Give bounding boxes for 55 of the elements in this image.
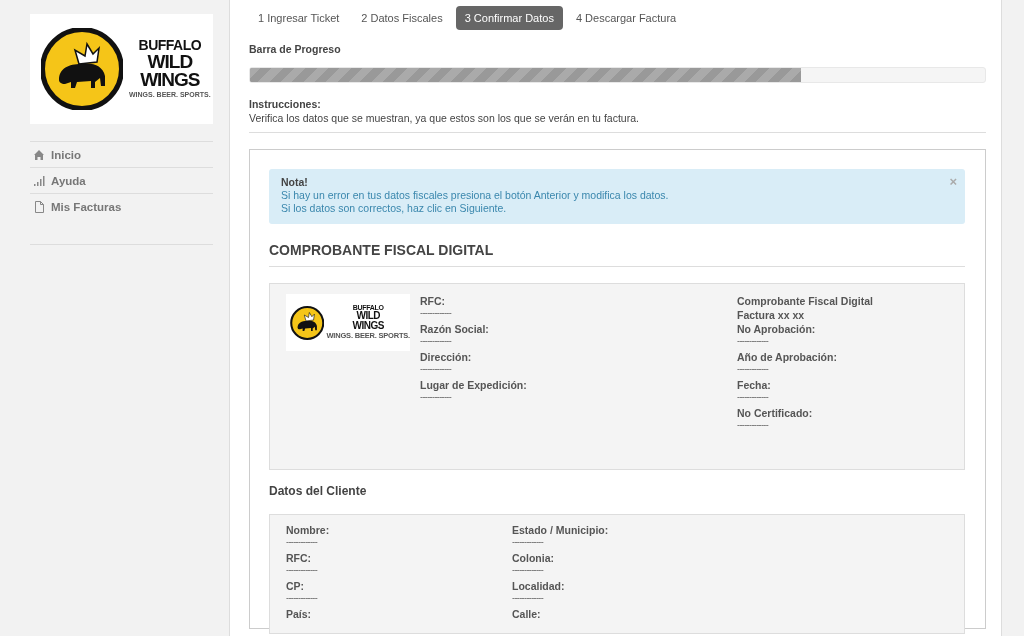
field-value: ------------- [512,565,545,575]
step-tab[interactable]: 4 Descargar Factura [566,6,686,30]
field-label: CP: [286,579,306,593]
step-tab[interactable]: 3 Confirmar Datos [455,6,563,30]
section-heading: COMPROBANTE FISCAL DIGITAL [269,242,495,258]
field-value: ------------- [737,364,770,374]
home-icon [33,148,45,161]
instructions-text: Verifica los datos que se muestran, ya que estos son los que se verán en tu factura. [249,112,640,124]
document-line: Factura xx xx [737,308,806,322]
document-icon [33,200,45,213]
logo-text: WILD [356,311,380,321]
progress-label: Barra de Progreso [249,43,342,55]
document-line: Comprobante Fiscal Digital [737,294,873,308]
alert-text: Si hay un error en tus datos fiscales presiona el botón Anterior y modifica los datos. [281,189,670,202]
field-label: No Aprobación: [737,322,817,336]
logo-text: BUFFALO [138,39,202,53]
nav-link[interactable]: Ayuda [30,168,213,194]
field-value: ------------- [286,537,319,547]
field-label: Estado / Municipio: [512,523,610,537]
nav-link[interactable]: Mis Facturas [30,194,213,219]
field-value: ------------- [286,565,319,575]
section-heading: Datos del Cliente [269,484,368,498]
field-value: ------------- [420,364,453,374]
field-value: ------------- [512,593,545,603]
field-label: Razón Social: [420,322,490,336]
field-label: Dirección: [420,350,473,364]
field-label: Lugar de Expedición: [420,378,528,392]
field-value: ------------- [420,336,453,346]
field-label: Colonia: [512,551,555,565]
field-label: Calle: [512,607,542,621]
field-label: País: [286,607,313,621]
instructions-title: Instrucciones: [249,98,322,110]
field-label: Fecha: [737,378,772,392]
step-tab[interactable]: 2 Datos Fiscales [352,6,452,30]
field-value: ------------- [420,308,453,318]
field-label: RFC: [420,294,447,308]
field-value: ------------- [286,593,319,603]
nav-link[interactable]: Inicio [30,142,213,168]
field-label: No Certificado: [737,406,814,420]
field-value: ------------- [737,420,770,430]
alert-text: Si los datos son correctos, haz clic en Siguiente. [281,202,508,215]
field-label: Año de Aprobación: [737,350,838,364]
field-label: RFC: [286,551,313,565]
field-value: ------------- [512,537,545,547]
field-label: Localidad: [512,579,566,593]
step-tab[interactable]: 1 Ingresar Ticket [249,6,349,30]
logo-text: WILD [147,52,193,71]
field-value: ------------- [737,392,770,402]
logo-text: WINGS [140,70,200,89]
field-label: Nombre: [286,523,331,537]
field-value: ------------- [420,392,453,402]
logo-text: WINGS [352,320,384,331]
field-value: ------------- [737,336,770,346]
alert-title: Nota! [281,176,309,189]
signal-bars-icon [33,174,45,187]
